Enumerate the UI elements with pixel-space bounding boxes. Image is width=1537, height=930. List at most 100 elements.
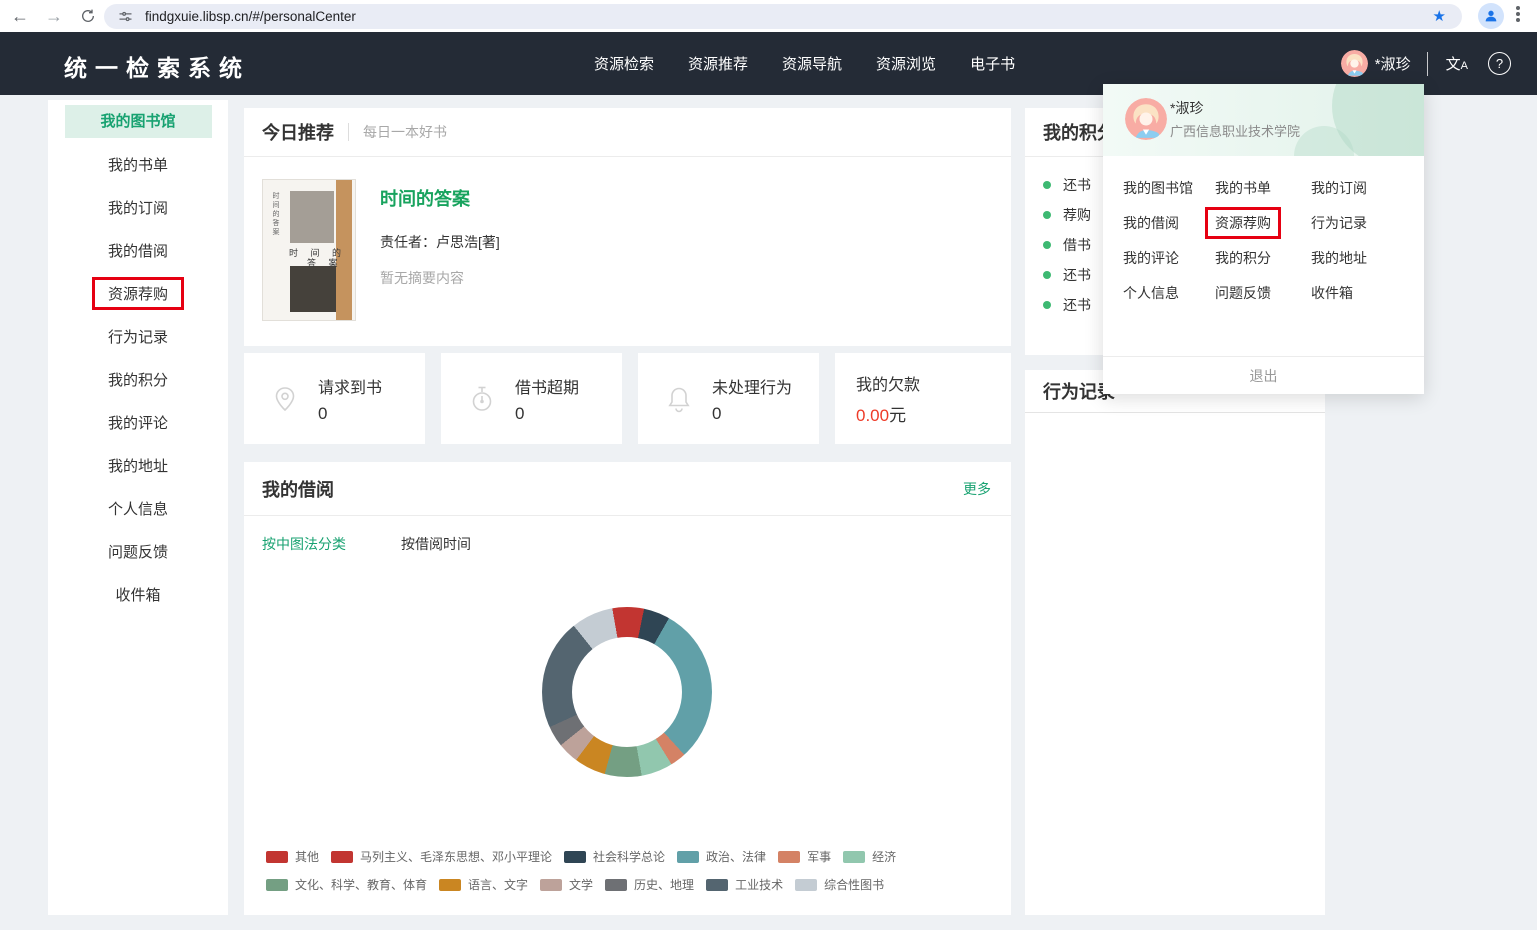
book-info: 时间的答案 责任者：卢思浩[著] 暂无摘要内容 xyxy=(380,179,500,321)
legend-item[interactable]: 社会科学总论 xyxy=(564,848,665,865)
dropdown-user-org: 广西信息职业技术学院 xyxy=(1170,121,1300,140)
sidebar-item-label: 我的图书馆 xyxy=(65,105,212,138)
dropdown-menu-item[interactable]: 我的图书馆 xyxy=(1123,178,1215,198)
dropdown-menu-item-label: 收件箱 xyxy=(1311,283,1353,303)
book-cover[interactable]: 时间的答案 时 间 的 答 案 xyxy=(262,179,356,321)
dropdown-menu-item[interactable]: 我的订阅 xyxy=(1311,178,1424,198)
today-recommend-card: 今日推荐 每日一本好书 时间的答案 时 间 的 答 案 时间的答案 责任者：卢思… xyxy=(244,108,1011,346)
top-nav: 资源检索 资源推荐 资源导航 资源浏览 电子书 xyxy=(594,32,1015,95)
legend-item[interactable]: 历史、地理 xyxy=(605,876,694,893)
browser-profile-icon[interactable] xyxy=(1478,3,1504,29)
legend-item[interactable]: 马列主义、毛泽东思想、邓小平理论 xyxy=(331,848,552,865)
book-summary: 暂无摘要内容 xyxy=(380,268,500,288)
book-cover-photo-bottom xyxy=(290,266,336,312)
borrow-tab[interactable]: 按中图法分类 xyxy=(262,534,346,554)
top-nav-item[interactable]: 资源浏览 xyxy=(876,53,936,74)
browser-toolbar: ← → findgxuie.libsp.cn/#/personalCenter … xyxy=(0,0,1537,32)
dropdown-menu-item[interactable]: 我的积分 xyxy=(1215,248,1311,268)
dropdown-menu-item[interactable]: 行为记录 xyxy=(1311,213,1424,233)
sidebar-item[interactable]: 我的图书馆 xyxy=(48,100,228,143)
site-settings-icon[interactable] xyxy=(118,9,133,24)
legend-item[interactable]: 政治、法律 xyxy=(677,848,766,865)
points-item-label: 还书 xyxy=(1063,175,1091,195)
more-link[interactable]: 更多 xyxy=(963,479,991,499)
address-bar[interactable]: findgxuie.libsp.cn/#/personalCenter ★ xyxy=(104,4,1462,29)
dropdown-menu-item-label: 行为记录 xyxy=(1311,213,1367,233)
dropdown-menu-item[interactable]: 资源荐购 xyxy=(1215,213,1311,233)
legend-label: 社会科学总论 xyxy=(593,848,665,865)
legend-label: 工业技术 xyxy=(735,876,783,893)
dropdown-menu-item-label: 个人信息 xyxy=(1123,283,1179,303)
sidebar-item[interactable]: 问题反馈 xyxy=(48,530,228,573)
user-avatar[interactable] xyxy=(1341,50,1368,77)
legend-item[interactable]: 工业技术 xyxy=(706,876,783,893)
legend-swatch xyxy=(439,879,461,891)
page: ← → findgxuie.libsp.cn/#/personalCenter … xyxy=(0,0,1537,930)
top-nav-item[interactable]: 资源推荐 xyxy=(688,53,748,74)
sidebar-item[interactable]: 个人信息 xyxy=(48,487,228,530)
dropdown-menu-item[interactable]: 我的评论 xyxy=(1123,248,1215,268)
legend-swatch xyxy=(706,879,728,891)
sidebar-item-label: 我的订阅 xyxy=(108,197,168,218)
browser-menu-icon[interactable] xyxy=(1516,4,1520,24)
dropdown-menu-item[interactable]: 我的借阅 xyxy=(1123,213,1215,233)
legend-swatch xyxy=(564,851,586,863)
help-icon[interactable]: ? xyxy=(1488,52,1511,75)
book-cover-title-line2: 答 案 xyxy=(307,256,343,269)
logout-button[interactable]: 退出 xyxy=(1103,356,1424,394)
dropdown-menu-item[interactable]: 我的地址 xyxy=(1311,248,1424,268)
sidebar-item[interactable]: 收件箱 xyxy=(48,573,228,616)
dropdown-menu-item[interactable]: 收件箱 xyxy=(1311,283,1424,303)
legend-item[interactable]: 其他 xyxy=(266,848,319,865)
browser-forward-icon[interactable]: → xyxy=(40,2,68,30)
sidebar-item[interactable]: 行为记录 xyxy=(48,315,228,358)
book-cover-vertical-title: 时间的答案 xyxy=(270,192,280,237)
dropdown-menu-item[interactable]: 个人信息 xyxy=(1123,283,1215,303)
legend-swatch xyxy=(843,851,865,863)
bookmark-star-icon[interactable]: ★ xyxy=(1433,7,1446,25)
app-logo[interactable]: 统一检索系统 xyxy=(64,49,250,83)
points-item-label: 荐购 xyxy=(1063,205,1091,225)
stat-label: 未处理行为 xyxy=(712,374,792,398)
browser-reload-icon[interactable] xyxy=(74,2,102,30)
sidebar-item[interactable]: 我的地址 xyxy=(48,444,228,487)
legend-swatch xyxy=(795,879,817,891)
top-nav-item[interactable]: 资源导航 xyxy=(782,53,842,74)
stat-card-overdue: 借书超期 0 xyxy=(441,353,622,444)
dropdown-menu-item[interactable]: 我的书单 xyxy=(1215,178,1311,198)
sidebar-item[interactable]: 我的积分 xyxy=(48,358,228,401)
dropdown-menu-item[interactable]: 问题反馈 xyxy=(1215,283,1311,303)
green-dot-icon xyxy=(1043,271,1051,279)
sidebar-item[interactable]: 我的书单 xyxy=(48,143,228,186)
sidebar-item[interactable]: 我的借阅 xyxy=(48,229,228,272)
legend-swatch xyxy=(605,879,627,891)
legend-item[interactable]: 文化、科学、教育、体育 xyxy=(266,876,427,893)
today-card-header: 今日推荐 每日一本好书 xyxy=(244,108,1011,157)
translate-icon[interactable]: 文A xyxy=(1446,53,1468,74)
top-nav-item[interactable]: 资源检索 xyxy=(594,53,654,74)
user-dropdown: *淑珍 广西信息职业技术学院 我的图书馆 我的书单 我的订阅 我的借阅 xyxy=(1103,84,1424,394)
sidebar: 我的图书馆 我的书单 我的订阅 我的借阅 资源荐购 行为记录 我的积分 xyxy=(48,100,228,915)
book-title[interactable]: 时间的答案 xyxy=(380,185,500,211)
borrow-tab[interactable]: 按借阅时间 xyxy=(401,534,471,554)
legend-item[interactable]: 文学 xyxy=(540,876,593,893)
sidebar-item-label: 我的书单 xyxy=(108,154,168,175)
sidebar-item[interactable]: 资源荐购 xyxy=(48,272,228,315)
top-nav-item[interactable]: 电子书 xyxy=(970,53,1015,74)
legend-label: 综合性图书 xyxy=(824,876,884,893)
sidebar-item-label: 问题反馈 xyxy=(108,541,168,562)
legend-label: 政治、法律 xyxy=(706,848,766,865)
legend-item[interactable]: 语言、文字 xyxy=(439,876,528,893)
user-name[interactable]: *淑珍 xyxy=(1375,53,1411,74)
legend-label: 文学 xyxy=(569,876,593,893)
sidebar-item[interactable]: 我的评论 xyxy=(48,401,228,444)
legend-item[interactable]: 经济 xyxy=(843,848,896,865)
stat-card-debt: 我的欠款 0.00元 xyxy=(835,353,1011,444)
stat-label: 借书超期 xyxy=(515,374,579,398)
today-title: 今日推荐 xyxy=(262,119,334,145)
browser-back-icon[interactable]: ← xyxy=(6,2,34,30)
legend-item[interactable]: 综合性图书 xyxy=(795,876,884,893)
points-item-label: 还书 xyxy=(1063,295,1091,315)
sidebar-item[interactable]: 我的订阅 xyxy=(48,186,228,229)
legend-item[interactable]: 军事 xyxy=(778,848,831,865)
